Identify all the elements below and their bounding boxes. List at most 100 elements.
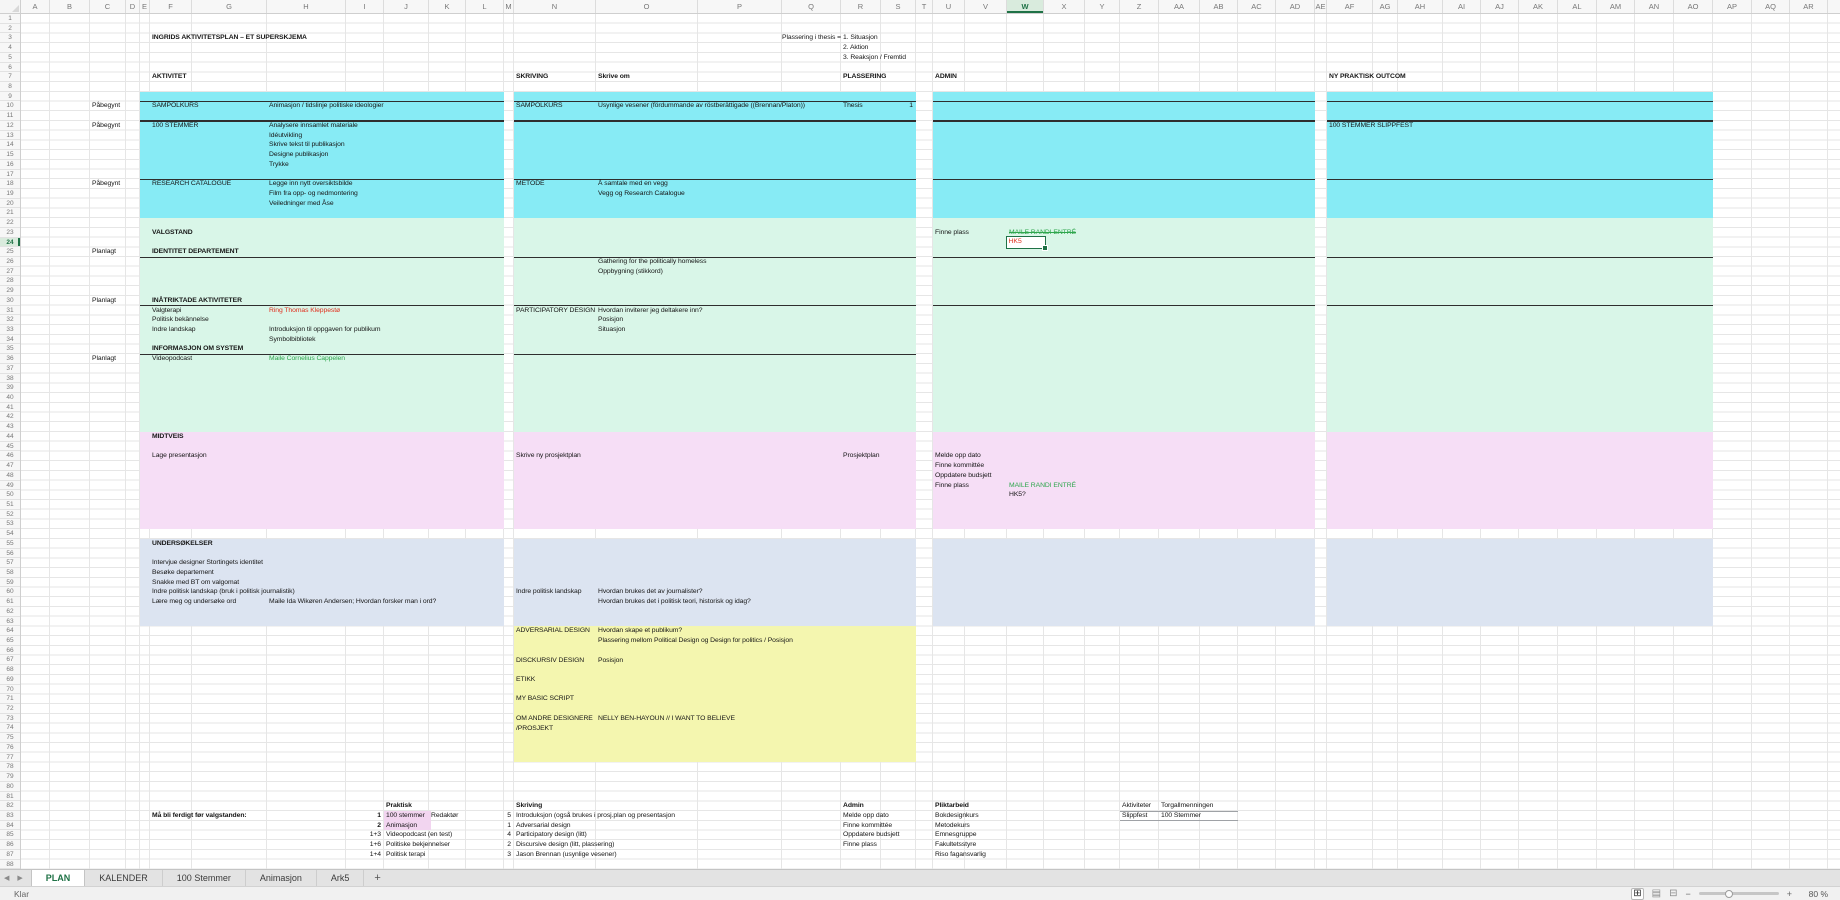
cell-O73[interactable]: NELLY BEN-HAYOUN // I WANT TO BELIEVE — [598, 714, 735, 724]
row-header-38[interactable]: 38 — [0, 374, 20, 384]
cell-C36[interactable]: Planlagt — [92, 354, 116, 364]
cell-N86[interactable]: Discursive design (litt, plassering) — [516, 840, 614, 850]
row-header-81[interactable]: 81 — [0, 792, 20, 802]
row-header-79[interactable]: 79 — [0, 772, 20, 782]
cell-H19[interactable]: Film fra opp- og nedmontering — [269, 189, 358, 199]
column-header-E[interactable]: E — [140, 0, 150, 13]
cell-R85[interactable]: Oppdatere budsjett — [843, 830, 899, 840]
row-header-82[interactable]: 82 — [0, 801, 20, 811]
cell-R84[interactable]: Finne kommittée — [843, 821, 892, 831]
cell-W49[interactable]: MAILE RANDI ENTRÉ — [1009, 481, 1076, 491]
row-header-68[interactable]: 68 — [0, 665, 20, 675]
column-header-K[interactable]: K — [429, 0, 466, 13]
cell-H61[interactable]: Maile Ida Wikøren Andersen; Hvordan fors… — [269, 597, 436, 607]
cell-F44[interactable]: MIDTVEIS — [152, 432, 183, 442]
cell-U23[interactable]: Finne plass — [935, 228, 969, 238]
column-header-B[interactable]: B — [50, 0, 90, 13]
row-header-15[interactable]: 15 — [0, 150, 20, 160]
column-header-AF[interactable]: AF — [1327, 0, 1373, 13]
row-header-84[interactable]: 84 — [0, 821, 20, 831]
cell-N18[interactable]: METODE — [516, 179, 544, 189]
row-header-24[interactable]: 24 — [0, 238, 20, 248]
cell-O31[interactable]: Hvordan inviterer jeg deltakere inn? — [598, 306, 702, 316]
row-header-70[interactable]: 70 — [0, 685, 20, 695]
sheet-tab-ark5[interactable]: Ark5 — [317, 870, 365, 886]
row-header-55[interactable]: 55 — [0, 539, 20, 549]
cell-C18[interactable]: Påbegynt — [92, 179, 120, 189]
row-header-61[interactable]: 61 — [0, 597, 20, 607]
sheet-grid[interactable]: INGRIDS AKTIVITETSPLAN – ET SUPERSKJEMAP… — [21, 14, 1840, 869]
page-break-view-icon[interactable]: ⊟ — [1669, 889, 1677, 899]
cell-N87[interactable]: Jason Brennan (usynlige vesener) — [516, 850, 617, 860]
column-header-V[interactable]: V — [965, 0, 1007, 13]
column-header-U[interactable]: U — [933, 0, 965, 13]
cell-J87[interactable]: Politisk terapi — [386, 850, 425, 860]
row-header-1[interactable]: 1 — [0, 14, 20, 24]
cell-F46[interactable]: Lage presentasjon — [152, 451, 207, 461]
cell-Z83[interactable]: Slippfest — [1122, 811, 1147, 821]
row-header-7[interactable]: 7 — [0, 72, 20, 82]
sheet-tab-plan[interactable]: PLAN — [31, 870, 86, 886]
cell-J83[interactable]: 100 stemmer — [384, 811, 431, 821]
row-header-72[interactable]: 72 — [0, 704, 20, 714]
row-header-39[interactable]: 39 — [0, 383, 20, 393]
cell-R4[interactable]: 2. Aktion — [843, 43, 868, 53]
cell-H34[interactable]: Symbolbibliotek — [269, 335, 315, 345]
cell-F30[interactable]: INÅTRIKTADE AKTIVITETER — [152, 296, 242, 306]
column-header-H[interactable]: H — [267, 0, 346, 13]
cell-U84[interactable]: Metodekurs — [935, 821, 970, 831]
column-header-O[interactable]: O — [596, 0, 698, 13]
row-header-9[interactable]: 9 — [0, 92, 20, 102]
cell-Q3[interactable]: Plassering i thesis = — [782, 33, 838, 43]
row-header-27[interactable]: 27 — [0, 267, 20, 277]
column-header-AP[interactable]: AP — [1713, 0, 1752, 13]
column-header-AM[interactable]: AM — [1597, 0, 1635, 13]
row-header-75[interactable]: 75 — [0, 733, 20, 743]
tabs-scroll-right-icon[interactable]: ▶ — [13, 874, 26, 882]
cell-H13[interactable]: Idéutvikling — [269, 131, 302, 141]
column-header-AI[interactable]: AI — [1443, 0, 1481, 13]
cell-F83[interactable]: Må bli ferdigt før valgstanden: — [152, 811, 247, 821]
cell-I83[interactable]: 1 — [346, 811, 381, 821]
row-header-2[interactable]: 2 — [0, 24, 20, 34]
cell-F12[interactable]: 100 STEMMER — [152, 121, 198, 131]
cell-H31[interactable]: Ring Thomas Kleppestø — [269, 306, 340, 316]
cell-N64[interactable]: ADVERSARIAL DESIGN — [516, 626, 590, 636]
row-header-12[interactable]: 12 — [0, 121, 20, 131]
cell-N7[interactable]: SKRIVING — [516, 72, 548, 82]
cell-H20[interactable]: Veiledninger med Åse — [269, 199, 334, 209]
row-header-69[interactable]: 69 — [0, 675, 20, 685]
column-header-AO[interactable]: AO — [1674, 0, 1713, 13]
row-header-33[interactable]: 33 — [0, 325, 20, 335]
column-header-AK[interactable]: AK — [1519, 0, 1558, 13]
zoom-slider-knob[interactable] — [1725, 890, 1733, 898]
row-header-65[interactable]: 65 — [0, 636, 20, 646]
cell-F31[interactable]: Valgterapi — [152, 306, 181, 316]
cell-R3[interactable]: 1. Situasjon — [843, 33, 878, 43]
cell-U7[interactable]: ADMIN — [935, 72, 957, 82]
column-header-A[interactable]: A — [21, 0, 50, 13]
cell-W50[interactable]: HK5? — [1009, 490, 1026, 500]
cell-H12[interactable]: Analysere innsamlet materiale — [269, 121, 358, 131]
cell-U47[interactable]: Finne kommittée — [935, 461, 984, 471]
cell-O18[interactable]: Å samtale med en vegg — [598, 179, 668, 189]
row-header-14[interactable]: 14 — [0, 140, 20, 150]
cell-C25[interactable]: Planlagt — [92, 247, 116, 257]
column-header-Y[interactable]: Y — [1085, 0, 1120, 13]
row-header-47[interactable]: 47 — [0, 461, 20, 471]
cell-R7[interactable]: PLASSERING — [843, 72, 886, 82]
cell-F60[interactable]: Indre politisk landskap (bruk i politisk… — [152, 587, 295, 597]
cell-N46[interactable]: Skrive ny prosjektplan — [516, 451, 581, 461]
row-header-58[interactable]: 58 — [0, 568, 20, 578]
column-header-AR[interactable]: AR — [1790, 0, 1828, 13]
row-header-77[interactable]: 77 — [0, 753, 20, 763]
cell-O19[interactable]: Vegg og Research Catalogue — [598, 189, 685, 199]
page-layout-view-icon[interactable]: ▤ — [1652, 889, 1661, 899]
cell-F18[interactable]: RESEARCH CATALOGUE — [152, 179, 231, 189]
row-header-86[interactable]: 86 — [0, 840, 20, 850]
column-header-AH[interactable]: AH — [1398, 0, 1443, 13]
cell-F55[interactable]: UNDERSØKELSER — [152, 539, 213, 549]
cell-N71[interactable]: MY BASIC SCRIPT — [516, 694, 574, 704]
column-header-T[interactable]: T — [916, 0, 933, 13]
sheet-tab-100-stemmer[interactable]: 100 Stemmer — [163, 870, 246, 886]
